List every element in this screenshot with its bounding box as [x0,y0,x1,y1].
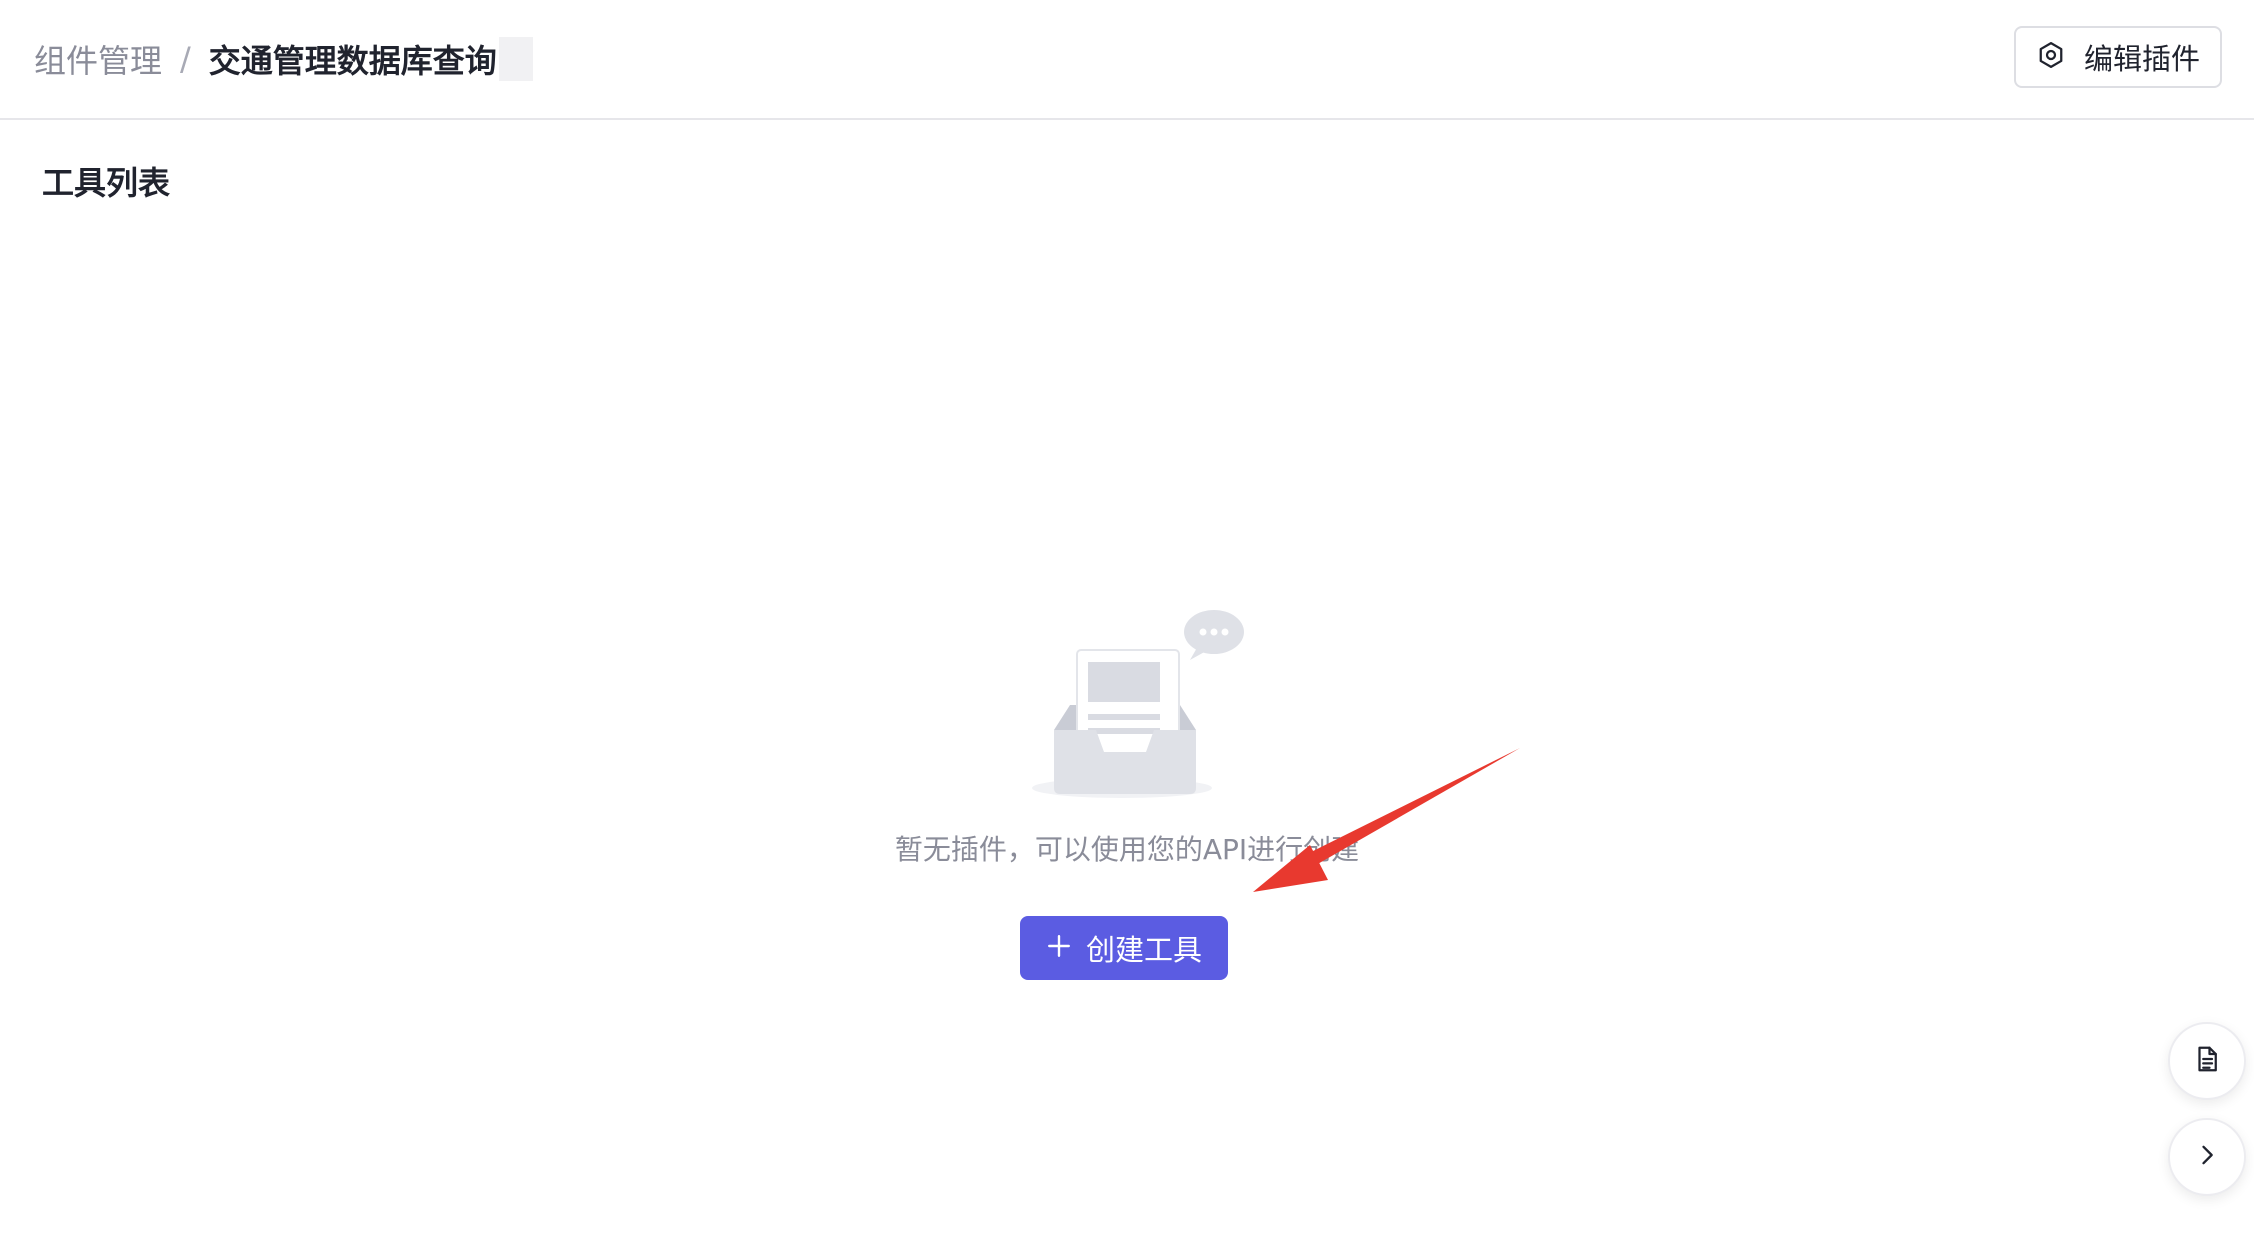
document-icon [2192,1044,2222,1078]
breadcrumb-separator: / [180,40,191,78]
expand-float-button[interactable] [2168,1118,2246,1196]
edit-plugin-button[interactable]: 编辑插件 [2014,26,2222,88]
chevron-right-icon [2193,1141,2221,1173]
create-tool-label: 创建工具 [1085,933,1202,967]
breadcrumb: 组件管理 / 交通管理数据库查询 [34,34,533,84]
breadcrumb-item-component-management[interactable]: 组件管理 [34,36,162,82]
create-tool-button[interactable]: 创建工具 [1020,916,1228,980]
document-float-button[interactable] [2168,1022,2246,1100]
gear-icon [2036,40,2066,74]
empty-state-message: 暂无插件，可以使用您的API进行创建 [894,833,1360,866]
page-header: 组件管理 / 交通管理数据库查询 编辑插件 [0,0,2254,120]
empty-inbox-illustration [1030,600,1250,815]
tool-list-title: 工具列表 [42,164,171,202]
plus-icon [1046,933,1072,963]
edit-plugin-label: 编辑插件 [2083,42,2200,76]
breadcrumb-current-page: 交通管理数据库查询 [208,42,497,80]
redacted-text-block [498,37,533,81]
